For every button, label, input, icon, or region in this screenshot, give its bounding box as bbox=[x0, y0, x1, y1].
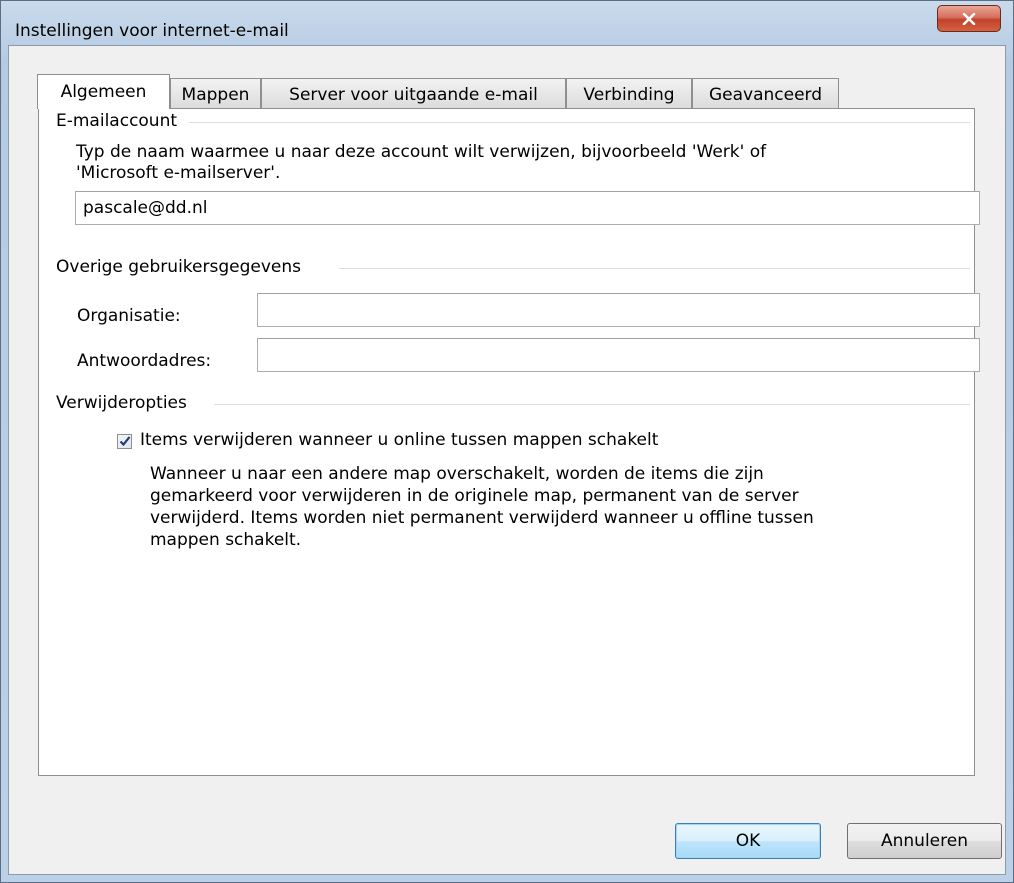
delete-help-line2: gemarkeerd voor verwijderen in de origin… bbox=[150, 486, 799, 506]
group-divider bbox=[189, 122, 970, 123]
window-title: Instellingen voor internet-e-mail bbox=[15, 21, 289, 41]
tab-label: Algemeen bbox=[60, 82, 147, 102]
organization-input[interactable] bbox=[257, 293, 980, 327]
tab-label: Mappen bbox=[181, 85, 250, 105]
ok-button[interactable]: OK bbox=[675, 823, 821, 859]
delete-items-checkbox-label[interactable]: Items verwijderen wanneer u online tusse… bbox=[140, 429, 658, 451]
delete-help-line1: Wanneer u naar een andere map overschake… bbox=[150, 464, 764, 484]
cancel-button[interactable]: Annuleren bbox=[847, 823, 1002, 859]
checkmark-icon bbox=[119, 436, 131, 447]
close-button[interactable] bbox=[937, 5, 1001, 32]
tab-panel-algemeen: E-mailaccount Typ de naam waarmee u naar… bbox=[38, 108, 980, 776]
dialog-client-area: Algemeen Mappen Server voor uitgaande e-… bbox=[8, 45, 1006, 875]
tab-label: Server voor uitgaande e-mail bbox=[289, 85, 538, 105]
dialog-window: Instellingen voor internet-e-mail Algeme… bbox=[0, 0, 1014, 883]
tab-verbinding[interactable]: Verbinding bbox=[566, 78, 692, 108]
group-divider bbox=[339, 268, 970, 269]
tab-geavanceerd[interactable]: Geavanceerd bbox=[692, 78, 839, 108]
tab-mappen[interactable]: Mappen bbox=[170, 78, 261, 108]
delete-items-checkbox[interactable] bbox=[117, 434, 132, 449]
group-label-user-info: Overige gebruikersgegevens bbox=[56, 257, 307, 277]
tab-label: Verbinding bbox=[583, 85, 675, 105]
group-label-delete-options: Verwijderopties bbox=[56, 393, 193, 413]
group-label-email-account: E-mailaccount bbox=[56, 111, 184, 131]
delete-help-line4: mappen schakelt. bbox=[150, 530, 302, 550]
close-icon bbox=[962, 12, 976, 25]
reply-address-input[interactable] bbox=[257, 338, 980, 372]
tab-server-voor-uitgaande-e-mail[interactable]: Server voor uitgaande e-mail bbox=[261, 78, 566, 108]
group-divider bbox=[214, 404, 970, 405]
title-bar[interactable]: Instellingen voor internet-e-mail bbox=[1, 1, 1013, 45]
delete-help-line3: verwijderd. Items worden niet permanent … bbox=[150, 508, 814, 528]
tab-algemeen[interactable]: Algemeen bbox=[37, 74, 170, 109]
account-name-description-line2: 'Microsoft e-mailserver'. bbox=[76, 163, 281, 183]
account-name-description-line1: Typ de naam waarmee u naar deze account … bbox=[76, 142, 767, 162]
organization-label: Organisatie: bbox=[77, 306, 181, 326]
account-name-input[interactable]: pascale@dd.nl bbox=[75, 191, 980, 225]
reply-address-label: Antwoordadres: bbox=[77, 351, 212, 371]
tab-label: Geavanceerd bbox=[708, 85, 823, 105]
